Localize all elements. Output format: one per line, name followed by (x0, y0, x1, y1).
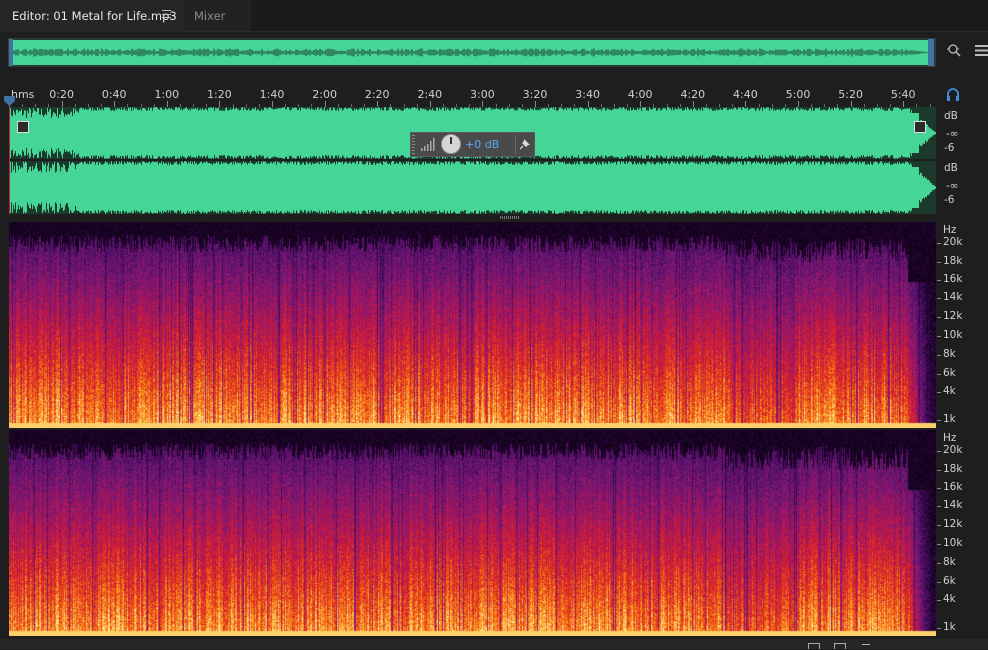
frequency-label: 18k (943, 255, 963, 267)
tab-editor[interactable]: Editor: 01 Metal for Life.mp3 (0, 0, 183, 31)
db-label: -∞ (946, 180, 959, 192)
ruler-tick-label: 3:40 (575, 88, 600, 101)
frequency-tick (937, 582, 941, 583)
volume-meter-icon (421, 138, 435, 151)
ruler-tick-label: 1:40 (259, 88, 285, 101)
frequency-tick (937, 628, 941, 629)
ruler-tick-label: 4:40 (733, 88, 758, 101)
bottom-control-icon[interactable] (808, 643, 820, 649)
frequency-tick (937, 506, 941, 507)
frequency-tick (937, 298, 941, 299)
hud-drag-handle[interactable] (412, 135, 415, 154)
frequency-tick (937, 280, 941, 281)
frequency-label: 4k (943, 593, 956, 605)
frequency-label: 20k (943, 236, 963, 248)
frequency-tick (937, 544, 941, 545)
frequency-label: 16k (943, 481, 963, 493)
frequency-tick (937, 262, 941, 263)
frequency-tick (937, 374, 941, 375)
playhead-line (9, 107, 10, 214)
ruler-tick-label: 4:00 (627, 88, 653, 101)
fade-out-handle[interactable] (914, 121, 926, 133)
frequency-label: 10k (943, 329, 963, 341)
frequency-label: 8k (943, 348, 956, 360)
ruler-tick-label: 2:20 (364, 88, 390, 101)
tab-mixer[interactable]: Mixer (183, 0, 250, 31)
tab-mixer-label: Mixer (194, 9, 226, 23)
waveform-display[interactable] (9, 107, 936, 214)
ruler-tick-label: 0:20 (49, 88, 74, 101)
ruler-tick-label: 5:20 (838, 88, 863, 101)
frequency-label: 16k (943, 273, 963, 285)
frequency-unit-label: Hz (943, 432, 957, 444)
list-icon[interactable] (975, 45, 988, 56)
tab-editor-label: Editor: 01 Metal for Life.mp3 (12, 9, 177, 23)
frequency-tick (937, 392, 941, 393)
frequency-tick (937, 420, 941, 421)
panel-divider[interactable] (9, 214, 936, 222)
bottom-control-icon[interactable] (834, 643, 846, 649)
spectrogram-channel-2[interactable] (9, 430, 936, 636)
frequency-label: 20k (943, 444, 963, 456)
frequency-label: 1k (943, 413, 956, 425)
db-label: -∞ (946, 128, 959, 140)
ruler-tick-label: 1:20 (207, 88, 232, 101)
frequency-label: 12k (943, 310, 963, 322)
db-label: dB (944, 162, 958, 174)
frequency-tick (937, 317, 941, 318)
frequency-label: 10k (943, 537, 963, 549)
ruler-tick-label: 0:40 (101, 88, 127, 101)
frequency-tick (937, 243, 941, 244)
frequency-label: 1k (943, 621, 956, 633)
volume-value[interactable]: +0 dB (465, 138, 499, 151)
frequency-tick (937, 451, 941, 452)
frequency-label: 6k (943, 575, 956, 587)
frequency-label: 8k (943, 556, 956, 568)
overview-waveform (9, 48, 933, 57)
db-label: -6 (944, 142, 955, 154)
frequency-label: 12k (943, 518, 963, 530)
spectrogram-channel-1[interactable] (9, 222, 936, 428)
ruler-tick-label: 4:20 (680, 88, 706, 101)
volume-knob[interactable] (441, 134, 461, 154)
frequency-tick (937, 488, 941, 489)
pin-icon[interactable] (520, 138, 531, 150)
overview-visible-range[interactable] (9, 40, 934, 65)
bottom-control-icon[interactable] (862, 644, 870, 650)
db-label: -6 (944, 194, 955, 206)
ruler-tick-label: 3:20 (522, 88, 548, 101)
frequency-label: 4k (943, 385, 956, 397)
ruler-tick-label: 5:00 (785, 88, 811, 101)
db-label: dB (944, 110, 958, 122)
hud-separator (515, 135, 516, 154)
frequency-tick (937, 600, 941, 601)
zoom-icon[interactable] (947, 43, 961, 57)
ruler-tick-label: 1:00 (154, 88, 180, 101)
overview-left-handle[interactable] (9, 39, 13, 66)
ruler-tick-label: 3:00 (470, 88, 495, 101)
frequency-label: 18k (943, 463, 963, 475)
frequency-label: 6k (943, 367, 956, 379)
divider-grip[interactable] (500, 216, 520, 219)
overview-right-handle[interactable] (928, 39, 934, 66)
menu-icon[interactable] (162, 10, 171, 18)
frequency-tick (937, 336, 941, 337)
frequency-tick (937, 355, 941, 356)
playhead-marker[interactable] (4, 96, 15, 106)
frequency-label: 14k (943, 499, 963, 511)
ruler-tick-label: 2:00 (312, 88, 337, 101)
frequency-tick (937, 525, 941, 526)
frequency-label: 14k (943, 291, 963, 303)
ruler-tick-label: 2:40 (417, 88, 443, 101)
frequency-tick (937, 470, 941, 471)
ruler-tick-label: 5:40 (890, 88, 916, 101)
frequency-tick (937, 563, 941, 564)
headphone-icon[interactable] (946, 88, 960, 101)
frequency-unit-label: Hz (943, 224, 957, 236)
fade-in-handle[interactable] (17, 121, 29, 133)
